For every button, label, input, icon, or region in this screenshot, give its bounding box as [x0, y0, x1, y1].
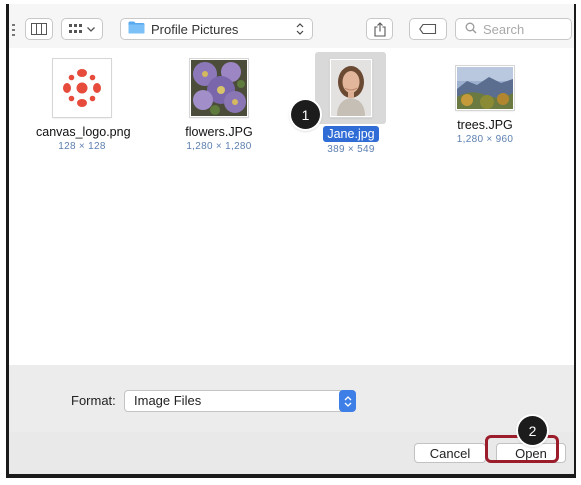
format-select[interactable]: Image Files — [124, 390, 356, 412]
canvas-logo-thumbnail — [53, 59, 111, 117]
column-view-icon — [31, 23, 47, 35]
chevron-down-icon — [87, 26, 95, 32]
file-dimensions: 128 × 128 — [58, 141, 106, 152]
file-name: canvas_logo.png — [36, 125, 131, 139]
column-view-button[interactable] — [25, 18, 53, 40]
file-dimensions: 1,280 × 1,280 — [186, 141, 252, 152]
select-stepper-icon — [339, 390, 356, 412]
file-item-jane[interactable]: Jane.jpg 389 × 549 — [305, 59, 397, 155]
share-button[interactable] — [366, 18, 393, 40]
format-label: Format: — [71, 393, 116, 408]
location-label: Profile Pictures — [151, 21, 239, 37]
file-name: flowers.JPG — [185, 125, 253, 139]
canvas-logo-icon — [63, 69, 101, 107]
callout-2: 2 — [518, 416, 547, 445]
cancel-button[interactable]: Cancel — [414, 443, 486, 463]
location-select[interactable]: Profile Pictures — [120, 18, 313, 40]
search-field[interactable]: Search — [455, 18, 572, 40]
jane-portrait-image — [331, 60, 371, 116]
folder-icon — [128, 21, 145, 37]
search-icon — [465, 22, 477, 37]
jane-thumbnail — [330, 59, 372, 117]
tags-button[interactable] — [409, 18, 447, 40]
callout-1: 1 — [291, 100, 320, 129]
file-name-selected: Jane.jpg — [305, 126, 397, 142]
share-icon — [373, 21, 386, 37]
flowers-image — [191, 60, 247, 116]
flowers-thumbnail — [190, 59, 248, 117]
file-dimensions: 389 × 549 — [327, 144, 375, 155]
dialog-toolbar: Profile Pictures Search — [9, 4, 574, 48]
sidebar-toggle-handle-icon[interactable] — [12, 24, 16, 39]
format-value: Image Files — [134, 393, 202, 408]
file-item-canvas-logo[interactable]: canvas_logo.png 128 × 128 — [36, 59, 131, 152]
file-item-flowers[interactable]: flowers.JPG 1,280 × 1,280 — [173, 59, 265, 152]
view-options-button[interactable] — [61, 18, 103, 40]
tag-icon — [419, 24, 437, 34]
trees-thumbnail — [456, 66, 514, 110]
search-placeholder: Search — [483, 21, 525, 37]
file-item-trees[interactable]: trees.JPG 1,280 × 960 — [439, 59, 531, 145]
trees-image — [457, 67, 513, 109]
file-open-dialog: Profile Pictures Search canvas_logo.png … — [6, 4, 576, 478]
format-panel: Format: Image Files — [9, 365, 574, 432]
file-name-label: Jane.jpg — [323, 126, 379, 142]
updown-arrows-icon — [296, 22, 304, 39]
grid-icon — [69, 24, 83, 34]
file-name: trees.JPG — [457, 118, 513, 132]
file-dimensions: 1,280 × 960 — [456, 134, 514, 145]
